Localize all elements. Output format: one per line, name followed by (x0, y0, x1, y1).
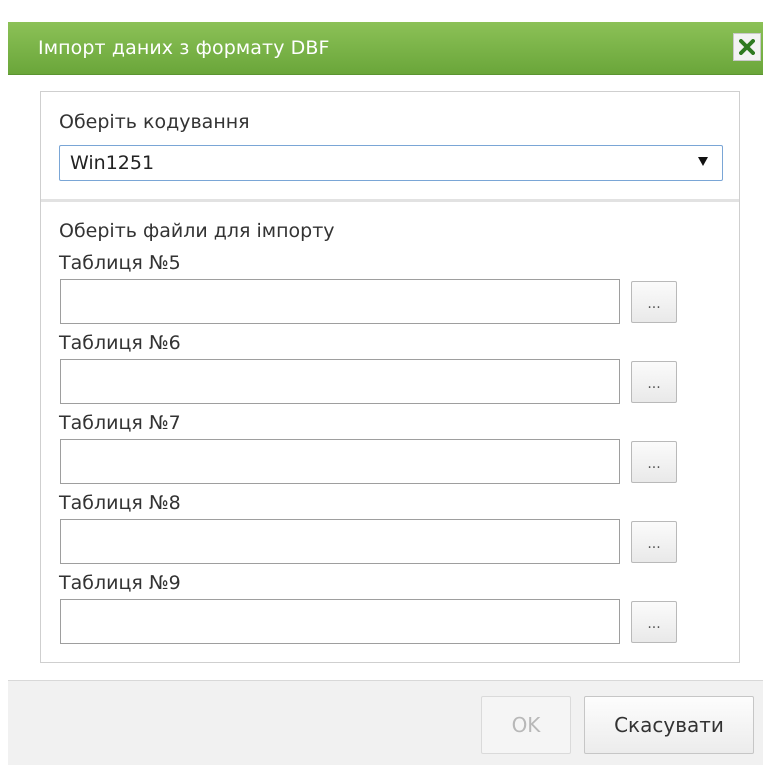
dialog-body: Оберіть кодування Win1251 Оберіть файли … (8, 75, 763, 680)
table-6-file-input[interactable] (60, 359, 620, 404)
table-8-file-input[interactable] (60, 519, 620, 564)
table-9-file-input[interactable] (60, 599, 620, 644)
close-x-icon (739, 39, 755, 55)
table-7-file-input[interactable] (60, 439, 620, 484)
table-5-browse-button[interactable]: ... (631, 281, 677, 323)
table-6-label: Таблиця №6 (59, 332, 181, 354)
dropdown-arrow-icon (698, 157, 708, 166)
background-strip (0, 0, 763, 22)
import-dbf-dialog: Імпорт даних з формату DBF Оберіть кодув… (0, 0, 763, 765)
table-7-browse-button[interactable]: ... (631, 441, 677, 483)
table-5-label: Таблиця №5 (59, 252, 181, 274)
files-label: Оберіть файли для імпорту (59, 220, 335, 242)
table-9-browse-button[interactable]: ... (631, 601, 677, 643)
close-button[interactable] (733, 33, 761, 61)
table-8-label: Таблиця №8 (59, 492, 181, 514)
table-5-file-input[interactable] (60, 279, 620, 324)
cancel-button[interactable]: Скасувати (584, 696, 754, 754)
table-7-label: Таблиця №7 (59, 412, 181, 434)
dialog-title: Імпорт даних з формату DBF (38, 37, 330, 59)
table-6-browse-button[interactable]: ... (631, 361, 677, 403)
encoding-selected-value: Win1251 (70, 152, 155, 174)
encoding-label: Оберіть кодування (59, 111, 250, 133)
dialog-titlebar[interactable]: Імпорт даних з формату DBF (8, 22, 763, 75)
ok-button[interactable]: OK (481, 696, 571, 754)
table-8-browse-button[interactable]: ... (631, 521, 677, 563)
table-9-label: Таблиця №9 (59, 572, 181, 594)
section-divider (41, 199, 739, 202)
encoding-select[interactable]: Win1251 (59, 145, 723, 181)
dialog-footer: OK Скасувати (8, 680, 763, 765)
import-form-panel: Оберіть кодування Win1251 Оберіть файли … (40, 91, 740, 663)
